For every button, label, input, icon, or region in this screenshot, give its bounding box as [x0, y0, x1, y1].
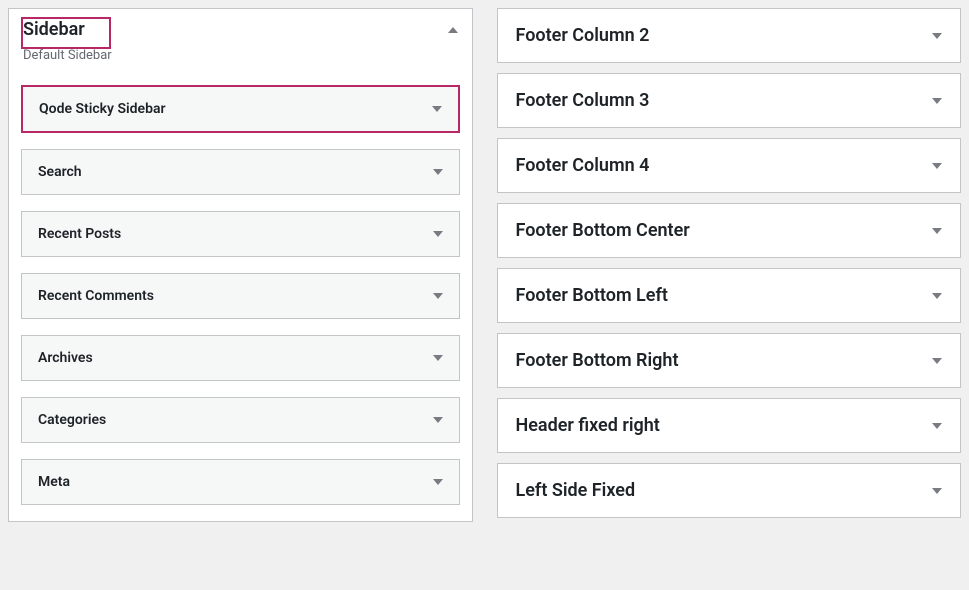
- caret-down-icon: [433, 355, 443, 361]
- caret-down-icon: [433, 479, 443, 485]
- widget-meta[interactable]: Meta: [21, 459, 460, 505]
- area-footer-bottom-center[interactable]: Footer Bottom Center: [497, 203, 962, 258]
- area-title: Footer Bottom Right: [516, 350, 679, 371]
- widget-label: Categories: [38, 412, 106, 428]
- area-footer-column-4[interactable]: Footer Column 4: [497, 138, 962, 193]
- caret-down-icon: [932, 228, 942, 234]
- widget-label: Archives: [38, 350, 93, 366]
- right-column: Footer Column 2 Footer Column 3 Footer C…: [497, 8, 962, 534]
- widget-label: Meta: [38, 474, 70, 490]
- widget-qode-sticky-sidebar[interactable]: Qode Sticky Sidebar: [21, 85, 460, 133]
- caret-down-icon: [932, 163, 942, 169]
- area-footer-bottom-right[interactable]: Footer Bottom Right: [497, 333, 962, 388]
- caret-down-icon: [433, 169, 443, 175]
- area-header-fixed-right[interactable]: Header fixed right: [497, 398, 962, 453]
- widget-label: Qode Sticky Sidebar: [39, 101, 166, 117]
- widget-label: Search: [38, 164, 82, 180]
- area-title: Footer Column 2: [516, 25, 650, 46]
- caret-down-icon: [433, 417, 443, 423]
- widget-archives[interactable]: Archives: [21, 335, 460, 381]
- caret-down-icon: [433, 293, 443, 299]
- caret-down-icon: [932, 98, 942, 104]
- area-title: Footer Column 4: [516, 155, 650, 176]
- area-title: Footer Bottom Left: [516, 285, 668, 306]
- sidebar-panel-title: Sidebar: [23, 19, 85, 40]
- area-title: Header fixed right: [516, 415, 660, 436]
- widget-categories[interactable]: Categories: [21, 397, 460, 443]
- area-footer-bottom-left[interactable]: Footer Bottom Left: [497, 268, 962, 323]
- area-title: Footer Bottom Center: [516, 220, 690, 241]
- area-title: Footer Column 3: [516, 90, 650, 111]
- widget-recent-posts[interactable]: Recent Posts: [21, 211, 460, 257]
- sidebar-panel-desc: Default Sidebar: [9, 48, 472, 75]
- caret-down-icon: [932, 33, 942, 39]
- widget-search[interactable]: Search: [21, 149, 460, 195]
- caret-up-icon: [448, 27, 458, 33]
- left-column: Sidebar Default Sidebar Qode Sticky Side…: [8, 8, 473, 534]
- area-title: Left Side Fixed: [516, 480, 636, 501]
- widget-label: Recent Comments: [38, 288, 154, 304]
- sidebar-panel: Sidebar Default Sidebar Qode Sticky Side…: [8, 8, 473, 522]
- area-left-side-fixed[interactable]: Left Side Fixed: [497, 463, 962, 518]
- widgets-columns: Sidebar Default Sidebar Qode Sticky Side…: [0, 0, 969, 542]
- caret-down-icon: [432, 106, 442, 112]
- sidebar-panel-header[interactable]: Sidebar: [9, 9, 472, 50]
- caret-down-icon: [433, 231, 443, 237]
- caret-down-icon: [932, 488, 942, 494]
- caret-down-icon: [932, 358, 942, 364]
- caret-down-icon: [932, 293, 942, 299]
- caret-down-icon: [932, 423, 942, 429]
- widget-label: Recent Posts: [38, 226, 121, 242]
- widget-recent-comments[interactable]: Recent Comments: [21, 273, 460, 319]
- area-footer-column-3[interactable]: Footer Column 3: [497, 73, 962, 128]
- sidebar-widget-list: Qode Sticky Sidebar Search Recent Posts …: [9, 75, 472, 521]
- area-footer-column-2[interactable]: Footer Column 2: [497, 8, 962, 63]
